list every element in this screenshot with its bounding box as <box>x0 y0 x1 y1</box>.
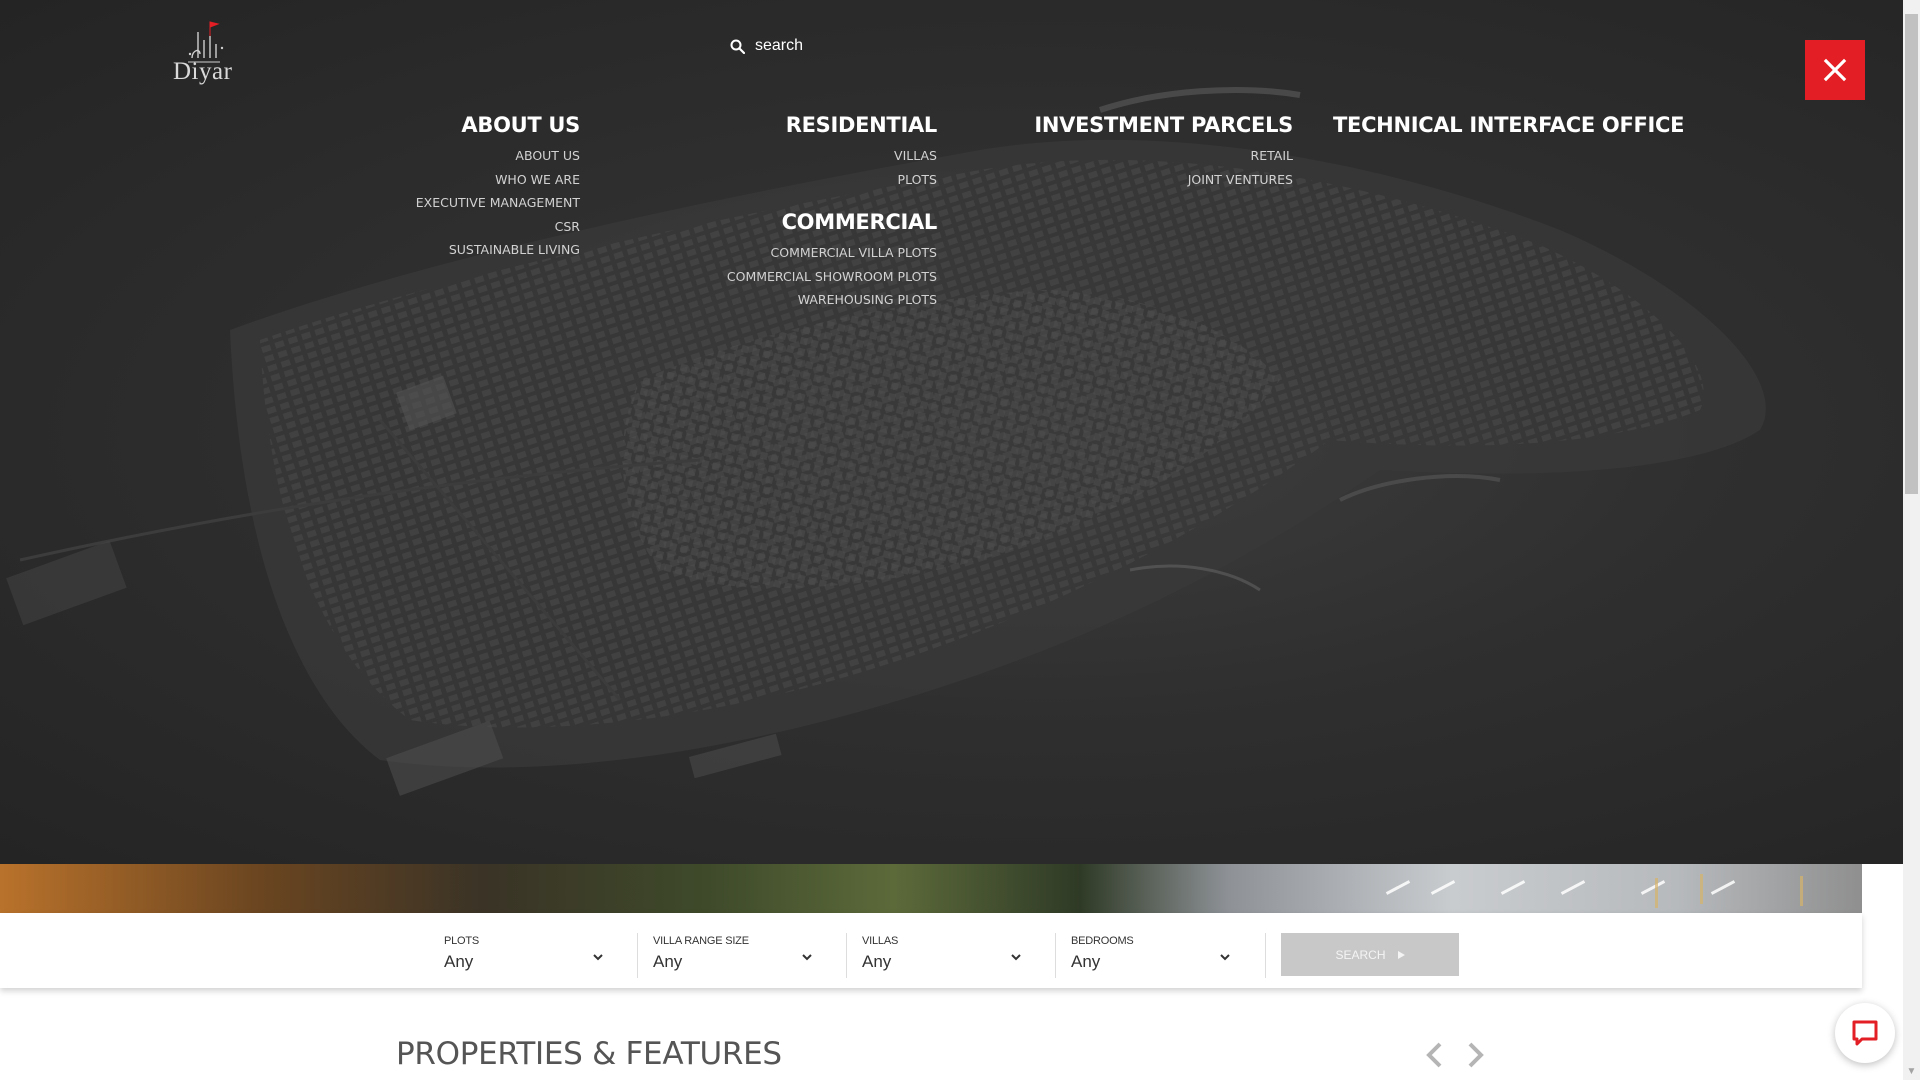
menu-item-joint-ventures[interactable]: JOINT VENTURES <box>1034 168 1293 192</box>
menu-item-retail[interactable]: RETAIL <box>1034 144 1293 168</box>
menu-heading-about-us[interactable]: ABOUT US <box>416 112 580 138</box>
menu-item-csr[interactable]: CSR <box>416 215 580 239</box>
filter-divider <box>1265 933 1266 978</box>
filter-villas[interactable]: VILLAS Any <box>862 913 1044 988</box>
page: Diyar ABOUT US ABOUT US WHO WE ARE EXECU… <box>0 0 1920 1080</box>
menu-column-residential: RESIDENTIAL VILLAS PLOTS <box>786 112 938 192</box>
filter-villa-range-size-label: VILLA RANGE SIZE <box>653 935 749 947</box>
menu-search <box>730 37 955 55</box>
logo-text: Diyar <box>173 58 233 85</box>
filter-villas-value: Any <box>862 952 892 971</box>
chat-bubble-icon <box>1852 1020 1878 1046</box>
chevron-right-icon[interactable] <box>1464 1040 1486 1070</box>
filter-search-button[interactable]: SEARCH <box>1281 933 1459 976</box>
chevron-down-icon <box>1220 954 1230 961</box>
menu-column-about-us: ABOUT US ABOUT US WHO WE ARE EXECUTIVE M… <box>416 112 581 262</box>
play-arrow-icon <box>1397 950 1405 959</box>
menu-item-executive-management[interactable]: EXECUTIVE MANAGEMENT <box>416 191 580 215</box>
live-chat-button[interactable] <box>1835 1003 1895 1063</box>
filter-plots-label: PLOTS <box>444 935 480 947</box>
menu-item-who-we-are[interactable]: WHO WE ARE <box>416 168 580 192</box>
filter-villa-range-size-value: Any <box>653 952 683 971</box>
menu-heading-investment-parcels[interactable]: INVESTMENT PARCELS <box>1034 112 1293 138</box>
chevron-down-icon <box>802 954 812 961</box>
filter-bedrooms-label: BEDROOMS <box>1071 935 1134 947</box>
menu-heading-technical-interface-office[interactable]: TECHNICAL INTERFACE OFFICE <box>1333 112 1685 138</box>
filter-bedrooms-value: Any <box>1071 952 1101 971</box>
chevron-left-icon[interactable] <box>1424 1040 1446 1070</box>
scroll-down-arrow-icon[interactable]: ▼ <box>1905 1066 1918 1078</box>
filter-divider <box>1055 933 1056 978</box>
menu-heading-commercial[interactable]: COMMERCIAL <box>727 209 938 235</box>
menu-item-commercial-showroom-plots[interactable]: COMMERCIAL SHOWROOM PLOTS <box>727 265 937 289</box>
hero-image-strip <box>0 864 1862 913</box>
menu-item-about-us[interactable]: ABOUT US <box>416 144 580 168</box>
filter-plots-value: Any <box>444 952 474 971</box>
menu-column-technical-interface-office: TECHNICAL INTERFACE OFFICE <box>1333 112 1685 138</box>
chevron-down-icon <box>1011 954 1021 961</box>
menu-column-commercial: COMMERCIAL COMMERCIAL VILLA PLOTS COMMER… <box>727 209 937 312</box>
search-input[interactable] <box>755 37 955 55</box>
filter-plots[interactable]: PLOTS Any <box>444 913 626 988</box>
menu-item-commercial-villa-plots[interactable]: COMMERCIAL VILLA PLOTS <box>727 241 937 265</box>
menu-item-sustainable-living[interactable]: SUSTAINABLE LIVING <box>416 238 580 262</box>
filter-divider <box>637 933 638 978</box>
menu-item-villas[interactable]: VILLAS <box>786 144 937 168</box>
property-filter-bar: PLOTS Any VILLA RANGE SIZE Any VILLAS An… <box>0 913 1862 988</box>
menu-heading-residential[interactable]: RESIDENTIAL <box>786 112 938 138</box>
menu-item-plots[interactable]: PLOTS <box>786 168 937 192</box>
menu-overlay: Diyar ABOUT US ABOUT US WHO WE ARE EXECU… <box>0 0 1903 864</box>
close-icon <box>1823 58 1847 82</box>
filter-villas-label: VILLAS <box>862 935 899 947</box>
search-icon[interactable] <box>730 39 745 54</box>
filter-bedrooms[interactable]: BEDROOMS Any <box>1071 913 1253 988</box>
menu-item-warehousing-plots[interactable]: WAREHOUSING PLOTS <box>727 288 937 312</box>
close-menu-button[interactable] <box>1805 40 1865 100</box>
search-button-label: SEARCH <box>1335 947 1386 962</box>
filter-divider <box>846 933 847 978</box>
section-title: PROPERTIES & FEATURES <box>396 1036 782 1072</box>
menu-column-investment-parcels: INVESTMENT PARCELS RETAIL JOINT VENTURES <box>1034 112 1293 191</box>
scrollbar-thumb[interactable] <box>1905 14 1918 494</box>
filter-villa-range-size[interactable]: VILLA RANGE SIZE Any <box>653 913 835 988</box>
chevron-down-icon <box>593 954 603 961</box>
